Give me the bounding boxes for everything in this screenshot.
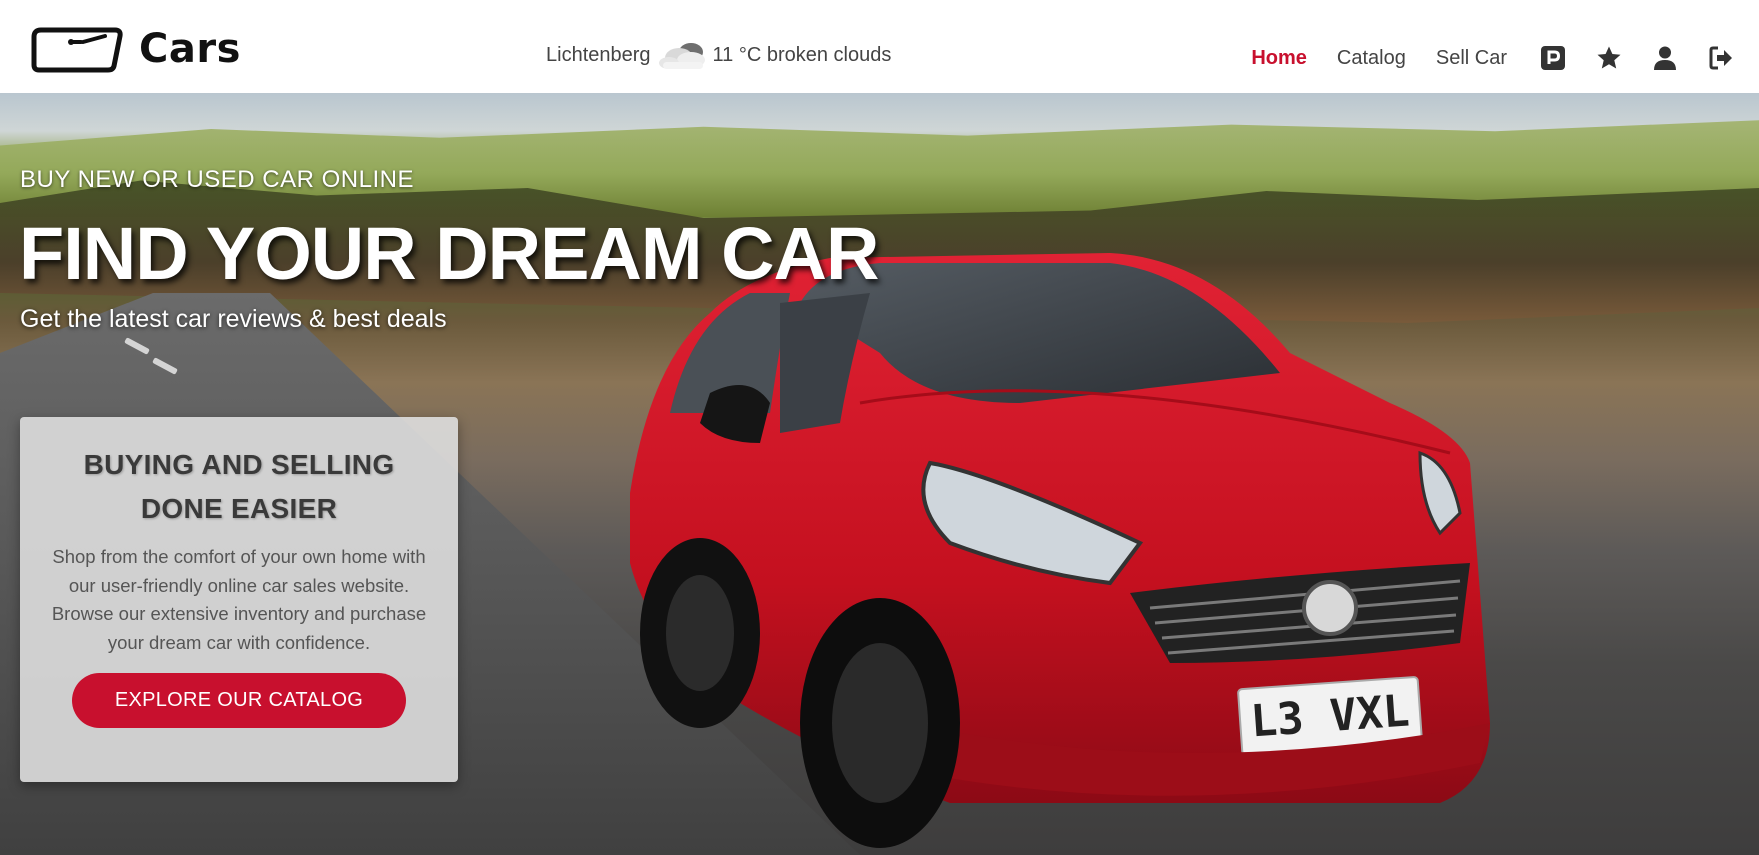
weather-location: Lichtenberg <box>546 43 651 66</box>
promo-title-line: BUYING AND SELLING <box>83 449 395 480</box>
user-icon[interactable] <box>1649 42 1681 74</box>
hero-subtitle: Get the latest car reviews & best deals <box>20 305 447 333</box>
brand-name: Cars <box>139 26 241 72</box>
parking-icon[interactable] <box>1537 42 1569 74</box>
promo-title-line: DONE EASIER <box>140 493 338 524</box>
star-icon[interactable] <box>1593 42 1625 74</box>
logout-icon[interactable] <box>1705 42 1737 74</box>
main-nav: Home Catalog Sell Car <box>1251 30 1737 86</box>
hero-eyebrow: BUY NEW OR USED CAR ONLINE <box>20 166 414 193</box>
brand-logo[interactable]: Cars <box>31 24 241 74</box>
promo-description: Shop from the comfort of your own home w… <box>51 546 427 653</box>
explore-catalog-button[interactable]: EXPLORE OUR CATALOG <box>72 673 406 728</box>
hero-banner: L3 VXL BUY NEW OR USED CAR ONLINE FIND Y… <box>0 93 1759 855</box>
hero-title: FIND YOUR DREAM CAR <box>19 212 879 295</box>
nav-sell-car[interactable]: Sell Car <box>1436 30 1507 86</box>
nav-home[interactable]: Home <box>1251 30 1307 86</box>
site-header: Cars Lichtenberg 11 °C broken clouds Hom… <box>0 0 1759 93</box>
windshield-icon <box>31 27 123 73</box>
broken-clouds-icon <box>658 43 705 69</box>
weather-description: 11 °C broken clouds <box>712 43 892 66</box>
weather-widget: Lichtenberg 11 °C broken clouds <box>546 38 891 72</box>
promo-title: BUYING AND SELLING DONE EASIER <box>46 443 432 531</box>
nav-catalog[interactable]: Catalog <box>1337 30 1406 86</box>
promo-card: BUYING AND SELLING DONE EASIER Shop from… <box>20 417 458 782</box>
